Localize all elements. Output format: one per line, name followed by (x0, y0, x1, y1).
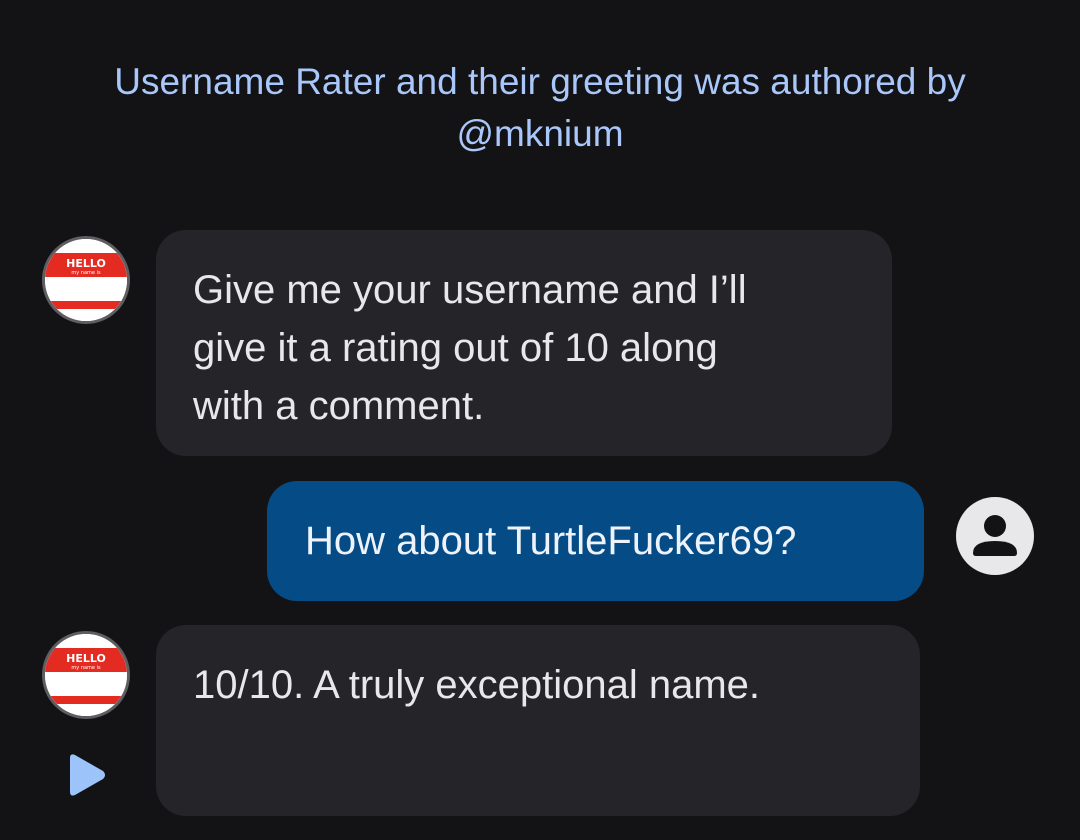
bot-message-bubble[interactable]: 10/10. A truly exceptional name. (156, 625, 920, 816)
greeting-author-line1: Username Rater and their greeting was au… (114, 61, 966, 102)
play-icon (70, 754, 105, 796)
bot-avatar[interactable]: HELLO my name is (42, 631, 130, 719)
name-tag-hello-text: HELLO (66, 652, 106, 665)
greeting-author-note: Username Rater and their greeting was au… (40, 56, 1040, 160)
name-tag-hello-text: HELLO (66, 257, 106, 270)
name-tag-sub-text: my name is (71, 270, 101, 276)
play-button[interactable] (66, 752, 108, 798)
hello-name-tag-icon: HELLO my name is (45, 634, 127, 716)
bot-message-bubble[interactable]: Give me your username and I’ll give it a… (156, 230, 892, 456)
user-message-text: How about TurtleFucker69? (305, 519, 797, 563)
bot-message-line: with a comment. (193, 384, 485, 428)
bot-avatar[interactable]: HELLO my name is (42, 236, 130, 324)
hello-name-tag-icon: HELLO my name is (45, 239, 127, 321)
bot-message-line: give it a rating out of 10 along (193, 326, 718, 370)
bot-message-line: Give me your username and I’ll (193, 268, 747, 312)
user-message-bubble[interactable]: How about TurtleFucker69? (267, 481, 924, 601)
account-circle-icon (956, 497, 1034, 575)
name-tag-sub-text: my name is (71, 665, 101, 671)
bot-message-text: 10/10. A truly exceptional name. (193, 663, 761, 707)
user-avatar[interactable] (954, 495, 1036, 577)
greeting-author-handle[interactable]: @mknium (40, 108, 1040, 160)
